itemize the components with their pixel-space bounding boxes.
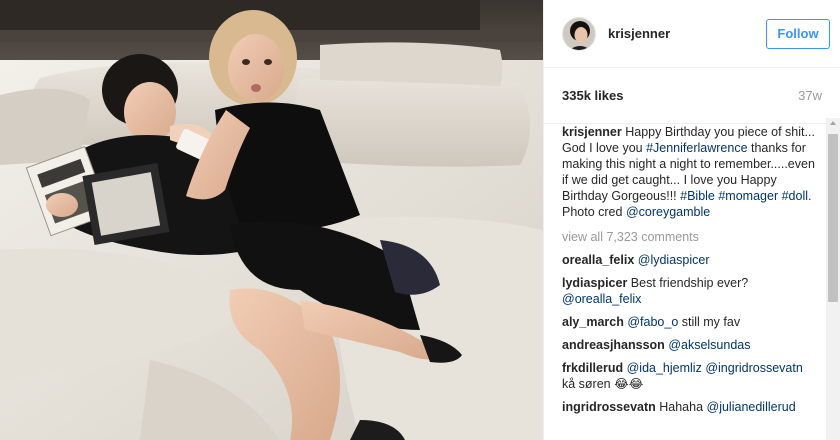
comment-username[interactable]: aly_march	[562, 315, 624, 329]
comments-list: krisjenner Happy Birthday you piece of s…	[544, 124, 840, 440]
comment: andreasjhansson @akselsundas	[562, 337, 815, 353]
likes-count[interactable]: 335k likes	[562, 88, 623, 103]
post-details-panel: krisjenner Follow 335k likes 37w krisjen…	[543, 0, 840, 440]
comment-username[interactable]: orealla_felix	[562, 253, 634, 267]
post-username[interactable]: krisjenner	[608, 26, 766, 41]
mention-link[interactable]: @orealla_felix	[562, 292, 641, 306]
post-header: krisjenner Follow	[544, 0, 840, 68]
post-age[interactable]: 37w	[798, 88, 822, 103]
mention-link[interactable]: @coreygamble	[626, 205, 710, 219]
comment: aly_march @fabo_o still my fav	[562, 314, 815, 330]
mention-link[interactable]: @ingridrossevatn	[705, 361, 802, 375]
post-caption: krisjenner Happy Birthday you piece of s…	[562, 124, 815, 220]
post-image	[0, 0, 543, 440]
hashtag-link[interactable]: #doll.	[782, 189, 812, 203]
comment: lydiaspicer Best friendship ever? @oreal…	[562, 275, 815, 307]
mention-link[interactable]: @julianedillerud	[707, 400, 796, 414]
comment-username[interactable]: ingridrossevatn	[562, 400, 656, 414]
hashtag-link[interactable]: #momager	[718, 189, 778, 203]
comment: ingridrossevatn Hahaha @julianedillerud	[562, 399, 815, 415]
comment-text: Hahaha	[655, 400, 707, 414]
comment-username[interactable]: andreasjhansson	[562, 338, 665, 352]
post-photo[interactable]	[0, 0, 543, 440]
mention-link[interactable]: @fabo_o	[627, 315, 678, 329]
follow-button[interactable]: Follow	[766, 18, 830, 49]
comment-text: Best friendship ever?	[627, 276, 749, 290]
comment: orealla_felix @lydiaspicer	[562, 252, 815, 268]
comment-username[interactable]: lydiaspicer	[562, 276, 627, 290]
comment-username[interactable]: frkdillerud	[562, 361, 623, 375]
comment: frkdillerud @ida_hjemliz @ingridrossevat…	[562, 360, 815, 392]
hashtag-link[interactable]: #Jenniferlawrence	[646, 141, 747, 155]
profile-photo-icon	[563, 17, 595, 50]
caption-text: Photo cred	[562, 205, 626, 219]
avatar[interactable]	[562, 16, 596, 51]
mention-link[interactable]: @lydiaspicer	[638, 253, 710, 267]
mention-link[interactable]: @akselsundas	[668, 338, 750, 352]
caption-username[interactable]: krisjenner	[562, 125, 622, 139]
comment-text: still my fav	[678, 315, 741, 329]
mention-link[interactable]: @ida_hjemliz	[627, 361, 702, 375]
post-meta: 335k likes 37w	[544, 68, 840, 124]
hashtag-link[interactable]: #Bible	[680, 189, 715, 203]
view-all-comments-link[interactable]: view all 7,323 comments	[562, 229, 815, 245]
comment-text: kå søren 😂😂	[562, 377, 644, 391]
